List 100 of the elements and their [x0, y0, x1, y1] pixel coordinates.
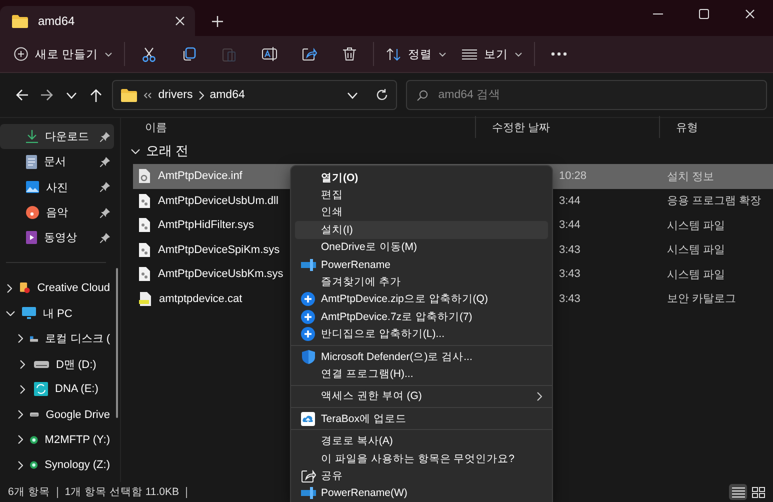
back-arrow-icon — [16, 89, 29, 101]
tree-item[interactable]: M2MFTP (Y:) — [0, 427, 114, 453]
file-name[interactable]: AmtPtpDeviceUsbKm.sys — [158, 268, 284, 280]
file-icon — [139, 194, 150, 208]
breadcrumb-item[interactable]: drivers — [158, 89, 193, 101]
file-icon — [139, 242, 150, 257]
plus-circle-icon — [301, 327, 315, 342]
menu-item[interactable]: OneDrive로 이동(M) — [295, 238, 548, 256]
up-arrow-icon — [90, 88, 102, 102]
sidebar-item[interactable]: 다운로드 — [0, 124, 114, 150]
chevron-right-icon — [18, 435, 23, 444]
file-name[interactable]: AmtPtpDevice.inf — [158, 170, 242, 182]
file-icon — [139, 292, 151, 306]
tree-item[interactable]: 내 PC — [0, 300, 114, 326]
menu-item[interactable]: PowerRename — [295, 256, 548, 274]
chevron-right-icon — [18, 410, 24, 420]
menu-item[interactable]: 열기(O) — [295, 168, 548, 186]
file-icon — [139, 267, 150, 282]
menu-item[interactable]: TeraBox에 업로드 — [295, 410, 548, 428]
menu-item[interactable]: Microsoft Defender(으)로 검사... — [295, 348, 548, 366]
folder-icon — [20, 281, 30, 296]
menu-item[interactable]: 인쇄 — [295, 204, 548, 222]
folder-icon — [12, 14, 28, 28]
sort-button[interactable]: 정렬 — [378, 40, 454, 68]
menu-item[interactable]: PowerRename(W) — [295, 484, 548, 502]
tree-item[interactable]: DNA (E:) — [0, 376, 114, 402]
download-icon — [26, 130, 38, 144]
menu-item[interactable]: AmtPtpDevice.7z로 압축하기(7) — [295, 308, 548, 326]
file-icon — [139, 169, 150, 184]
column-header[interactable]: 수정한 날짜 — [475, 116, 659, 138]
menu-item[interactable]: 연결 프로그램(H)... — [295, 365, 548, 383]
menu-item[interactable]: AmtPtpDevice.zip으로 압축하기(Q) — [295, 290, 548, 308]
menu-item[interactable]: 반디집으로 압축하기(L)... — [295, 325, 548, 343]
group-header[interactable]: 오래 전 — [129, 138, 773, 164]
drive-icon — [34, 360, 49, 368]
breadcrumb-item[interactable]: amd64 — [210, 89, 245, 101]
column-header[interactable]: 유형 — [659, 116, 773, 138]
menu-item[interactable]: 편집 — [295, 186, 548, 204]
selection-info: 1개 항목 선택함 11.0KB — [64, 485, 180, 499]
refresh-button[interactable] — [376, 89, 388, 101]
grid-icon — [752, 486, 764, 498]
tree-item[interactable]: D맨 (D:) — [0, 351, 114, 377]
video-icon — [26, 231, 37, 244]
document-icon — [26, 154, 37, 169]
file-type: 시스템 파일 — [666, 243, 726, 258]
share-icon — [302, 47, 317, 61]
address-bar[interactable]: drivers amd64 — [112, 80, 398, 110]
scrollbar[interactable] — [116, 268, 118, 418]
folder-icon — [121, 88, 138, 102]
caret-icon — [105, 52, 112, 56]
drive-icon — [30, 411, 39, 418]
tree-item[interactable]: Creative Cloud — [0, 275, 114, 301]
paste-icon — [222, 46, 236, 62]
delete-icon — [342, 47, 356, 61]
sidebar-item[interactable]: 음악 — [0, 200, 114, 226]
chevron-down-icon — [6, 310, 15, 316]
sidebar-item[interactable]: 동영상 — [0, 225, 114, 250]
window-tab[interactable]: amd64 — [0, 6, 195, 36]
chevron-down-icon — [66, 92, 77, 98]
menu-item[interactable]: 즐겨찾기에 추가 — [295, 273, 548, 291]
modified-date: 3:44 — [558, 194, 582, 207]
tree-item[interactable]: 로컬 디스크 ( — [0, 326, 114, 352]
sidebar-item[interactable]: 사진 — [0, 174, 114, 200]
menu-item[interactable]: 이 파일을 사용하는 항목은 무엇인가요? — [295, 450, 548, 468]
file-name[interactable]: AmtPtpDeviceSpiKm.sys — [158, 244, 280, 256]
modified-date: 3:44 — [558, 219, 582, 232]
search-box[interactable]: amd64 검색 — [406, 80, 767, 110]
tree-item[interactable]: Google Drive — [0, 402, 114, 428]
details-view-button[interactable] — [729, 484, 747, 500]
file-type: 시스템 파일 — [666, 218, 726, 233]
pin-icon — [100, 232, 110, 243]
file-type: 응용 프로그램 확장 — [666, 194, 762, 208]
rename-app-icon — [300, 258, 316, 271]
address-dropdown-button[interactable] — [347, 92, 358, 98]
menu-item[interactable]: 공유 — [295, 467, 548, 485]
plus-circle-icon — [301, 310, 315, 324]
file-name[interactable]: AmtPtpHidFilter.sys — [158, 219, 254, 232]
copy-icon — [182, 47, 196, 61]
close-tab-button[interactable] — [175, 16, 185, 26]
chevron-right-icon — [20, 384, 25, 394]
menu-item[interactable]: 경로로 복사(A) — [295, 432, 548, 450]
tiles-view-button[interactable] — [749, 484, 767, 500]
maximize-icon — [699, 9, 709, 19]
new-tab-button[interactable] — [212, 16, 223, 27]
menu-item[interactable]: 설치(I) — [295, 221, 548, 239]
more-icon — [551, 52, 568, 56]
column-header[interactable]: 이름 — [129, 116, 475, 138]
chevron-right-icon — [7, 284, 12, 293]
sidebar-item[interactable]: 문서 — [0, 149, 114, 175]
search-icon — [417, 90, 428, 100]
file-name[interactable]: amtptpdevice.cat — [159, 292, 242, 305]
shield-icon — [302, 350, 314, 364]
chevron-right-icon — [18, 460, 23, 470]
view-button[interactable]: 보기 — [454, 40, 530, 68]
search-field[interactable]: amd64 검색 — [438, 89, 756, 101]
tree-item[interactable]: Synology (Z:) — [0, 452, 114, 478]
new-button[interactable]: 새로 만들기 — [6, 40, 120, 68]
close-icon — [745, 9, 755, 19]
file-name[interactable]: AmtPtpDeviceUsbUm.dll — [158, 194, 278, 207]
menu-item[interactable]: 액세스 권한 부여 (G) — [295, 388, 548, 406]
